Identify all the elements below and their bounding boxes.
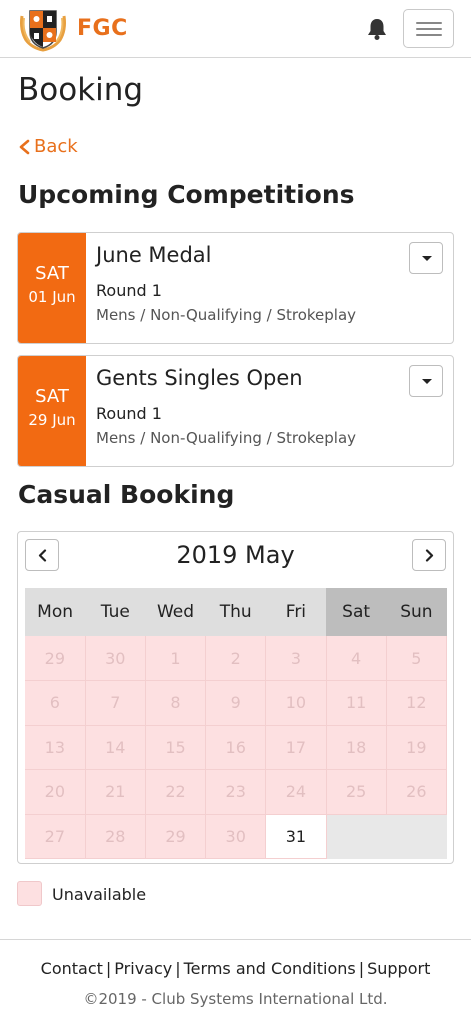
calendar-weekday-row: Mon Tue Wed Thu Fri Sat Sun xyxy=(25,588,447,636)
bell-icon[interactable] xyxy=(366,17,388,41)
competition-day: SAT xyxy=(35,263,69,284)
calendar-week-row: 6 7 8 9 10 11 12 xyxy=(25,680,448,726)
unavailable-legend-swatch xyxy=(17,881,42,906)
competition-date-badge: SAT 29 Jun xyxy=(18,356,86,466)
footer-link-support[interactable]: Support xyxy=(367,959,430,978)
calendar-empty-cell xyxy=(386,814,448,859)
calendar-day-unavailable: 15 xyxy=(145,725,207,770)
footer-link-terms[interactable]: Terms and Conditions xyxy=(184,959,356,978)
hamburger-menu-icon xyxy=(416,22,442,24)
calendar-week-row: 27 28 29 30 31 xyxy=(25,814,448,859)
calendar-day-unavailable: 23 xyxy=(205,769,267,815)
calendar-day-unavailable: 29 xyxy=(145,814,207,859)
calendar-month-title: 2019 May xyxy=(176,541,295,569)
calendar-day-unavailable: 26 xyxy=(386,769,448,815)
calendar-day-unavailable: 13 xyxy=(25,725,86,770)
calendar-grid: Mon Tue Wed Thu Fri Sat Sun 29 30 1 2 3 4 5 6 7 8 9 10 11 1… xyxy=(25,588,448,859)
casual-booking-title: Casual Booking xyxy=(18,480,235,509)
footer-link-contact[interactable]: Contact xyxy=(41,959,103,978)
competition-date-badge: SAT 01 Jun xyxy=(18,233,86,343)
calendar-day-unavailable: 2 xyxy=(205,636,267,681)
calendar-empty-cell xyxy=(326,814,387,859)
weekday-header: Mon xyxy=(25,588,86,636)
unavailable-legend-label: Unavailable xyxy=(52,885,147,904)
calendar-week-row: 20 21 22 23 24 25 26 xyxy=(25,769,448,815)
calendar-week-row: 29 30 1 2 3 4 5 xyxy=(25,636,448,681)
competition-dropdown-button[interactable] xyxy=(409,242,443,274)
chevron-right-icon xyxy=(425,549,434,562)
calendar-day-unavailable: 16 xyxy=(205,725,267,770)
competition-name: Gents Singles Open xyxy=(96,366,303,390)
competition-name: June Medal xyxy=(96,243,212,267)
weekday-header: Thu xyxy=(205,588,266,636)
calendar-day-unavailable: 19 xyxy=(386,725,448,770)
calendar-day-unavailable: 22 xyxy=(145,769,207,815)
competition-day: SAT xyxy=(35,386,69,407)
calendar-day-unavailable: 6 xyxy=(25,680,86,726)
weekday-header: Wed xyxy=(145,588,206,636)
calendar-week-row: 13 14 15 16 17 18 19 xyxy=(25,725,448,770)
calendar-days: 29 30 1 2 3 4 5 6 7 8 9 10 11 12 13 14 15 16 17 18 19 20 21 22 2… xyxy=(25,636,448,859)
calendar-day-unavailable: 10 xyxy=(265,680,327,726)
calendar-day-unavailable: 9 xyxy=(205,680,267,726)
weekday-header: Tue xyxy=(85,588,146,636)
weekday-header: Fri xyxy=(265,588,327,636)
brand-name[interactable]: FGC xyxy=(77,16,128,41)
hamburger-menu-button[interactable] xyxy=(403,9,454,48)
calendar-day-unavailable: 30 xyxy=(85,636,146,681)
calendar-day-unavailable: 25 xyxy=(326,769,387,815)
competition-card[interactable]: SAT 29 Jun Gents Singles Open Round 1 Me… xyxy=(17,355,454,467)
booking-calendar: 2019 May Mon Tue Wed Thu Fri Sat Sun 29 30 1 2 3 4 5… xyxy=(17,531,454,864)
calendar-day-unavailable: 29 xyxy=(25,636,86,681)
calendar-day-unavailable: 21 xyxy=(85,769,146,815)
calendar-day-unavailable: 12 xyxy=(386,680,448,726)
back-link[interactable]: Back xyxy=(18,136,78,157)
calendar-day-unavailable: 1 xyxy=(145,636,207,681)
competition-type: Mens / Non-Qualifying / Strokeplay xyxy=(96,306,357,324)
calendar-next-month-button[interactable] xyxy=(412,539,446,571)
page-title: Booking xyxy=(18,72,144,108)
competition-date: 29 Jun xyxy=(28,411,76,429)
competition-type: Mens / Non-Qualifying / Strokeplay xyxy=(96,429,357,447)
calendar-day-unavailable: 27 xyxy=(25,814,86,859)
calendar-day-unavailable: 28 xyxy=(85,814,146,859)
calendar-day-unavailable: 14 xyxy=(85,725,146,770)
chevron-left-icon xyxy=(19,139,30,154)
top-navbar: FGC xyxy=(0,0,471,58)
calendar-day-unavailable: 24 xyxy=(265,769,327,815)
footer-divider xyxy=(0,939,471,940)
calendar-day-unavailable: 4 xyxy=(326,636,387,681)
footer-links: Contact | Privacy | Terms and Conditions | Sup… xyxy=(40,959,431,978)
competition-round: Round 1 xyxy=(96,281,162,300)
club-crest-logo[interactable] xyxy=(18,6,68,52)
copyright-text: ©2019 - Club Systems International Ltd. xyxy=(83,990,388,1008)
competition-dropdown-button[interactable] xyxy=(409,365,443,397)
back-link-label: Back xyxy=(34,136,78,157)
competition-card[interactable]: SAT 01 Jun June Medal Round 1 Mens / Non… xyxy=(17,232,454,344)
upcoming-competitions-title: Upcoming Competitions xyxy=(18,180,355,209)
calendar-day-unavailable: 30 xyxy=(205,814,267,859)
competition-round: Round 1 xyxy=(96,404,162,423)
calendar-day-unavailable: 5 xyxy=(386,636,448,681)
calendar-day-unavailable: 8 xyxy=(145,680,207,726)
calendar-day-unavailable: 7 xyxy=(85,680,146,726)
calendar-day-unavailable: 3 xyxy=(265,636,327,681)
footer-link-privacy[interactable]: Privacy xyxy=(114,959,172,978)
calendar-day-unavailable: 11 xyxy=(326,680,387,726)
weekday-header: Sat xyxy=(326,588,387,636)
calendar-day-unavailable: 18 xyxy=(326,725,387,770)
calendar-day-unavailable: 17 xyxy=(265,725,327,770)
calendar-day-unavailable: 20 xyxy=(25,769,86,815)
weekday-header: Sun xyxy=(386,588,447,636)
calendar-day-available[interactable]: 31 xyxy=(265,814,327,859)
competition-date: 01 Jun xyxy=(28,288,76,306)
